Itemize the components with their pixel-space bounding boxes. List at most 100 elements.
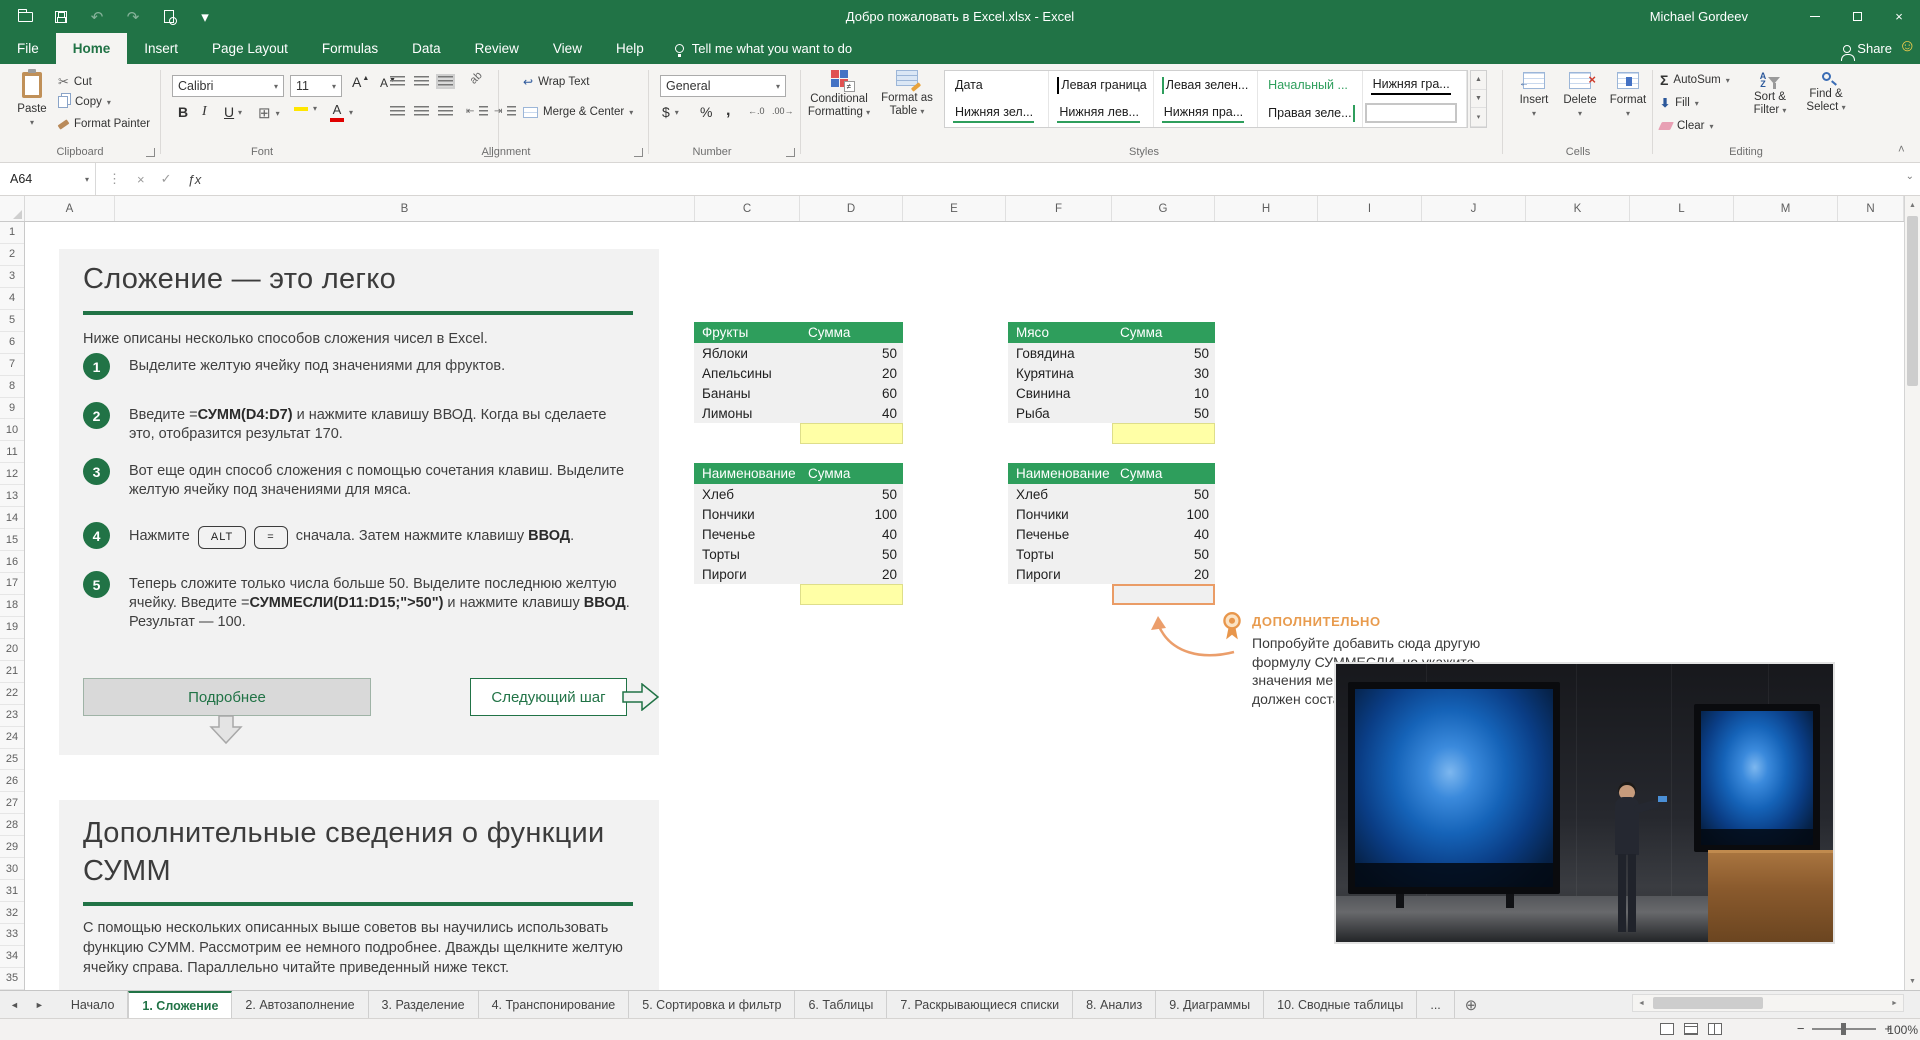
scroll-up-arrow[interactable]: ▲ (1905, 196, 1920, 214)
sheet-tab-Начало[interactable]: Начало (58, 991, 129, 1018)
sheet-tab-8. Анализ[interactable]: 8. Анализ (1073, 991, 1156, 1018)
row-header-25[interactable]: 25 (0, 749, 24, 771)
row-header-22[interactable]: 22 (0, 683, 24, 705)
bold-button[interactable]: B (178, 104, 188, 120)
table-cell-value[interactable]: 50 (1112, 346, 1215, 361)
new-sheet-button[interactable]: ⊕ (1455, 991, 1488, 1018)
sheet-tab-5. Сортировка и фильтр[interactable]: 5. Сортировка и фильтр (629, 991, 795, 1018)
row-header-17[interactable]: 17 (0, 573, 24, 595)
scroll-down-arrow[interactable]: ▼ (1905, 972, 1920, 990)
font-size-combo[interactable]: 11▾ (290, 75, 342, 97)
row-header-26[interactable]: 26 (0, 770, 24, 792)
ribbon-tab-review[interactable]: Review (458, 33, 536, 64)
borders-button[interactable]: ⊞▾ (258, 104, 280, 122)
table-cell-value[interactable]: 30 (1112, 366, 1215, 381)
ribbon-tab-home[interactable]: Home (56, 33, 128, 64)
row-header-8[interactable]: 8 (0, 376, 24, 398)
name-box[interactable]: A64 ▾ (0, 163, 96, 195)
table-cell-value[interactable]: 40 (800, 527, 903, 542)
table-cell-name[interactable]: Пироги (694, 567, 800, 582)
vertical-scroll-thumb[interactable] (1907, 216, 1918, 386)
table-cell-name[interactable]: Печенье (694, 527, 800, 542)
column-header-N[interactable]: N (1838, 196, 1904, 221)
autosum-button[interactable]: ΣAutoSum▾ (1660, 72, 1730, 88)
table-cell-name[interactable]: Яблоки (694, 346, 800, 361)
table-header-cell[interactable]: Мясо (1008, 325, 1112, 340)
ribbon-tab-formulas[interactable]: Formulas (305, 33, 395, 64)
table-cell-value[interactable]: 50 (1112, 487, 1215, 502)
row-header-3[interactable]: 3 (0, 266, 24, 288)
row-header-1[interactable]: 1 (0, 222, 24, 244)
sheet-tab-2. Автозаполнение[interactable]: 2. Автозаполнение (232, 991, 368, 1018)
wrap-text-button[interactable]: ↩Wrap Text (523, 75, 589, 89)
answer-cell-yellow[interactable] (800, 423, 903, 444)
cell-style-Правая зеле...[interactable]: Правая зеле... (1258, 99, 1362, 127)
maximize-button[interactable] (1836, 0, 1878, 33)
more-details-button[interactable]: Подробнее (83, 678, 371, 716)
cell-style-Начальный ...[interactable]: Начальный ... (1258, 71, 1362, 99)
formula-input[interactable] (184, 163, 1894, 195)
table-cell-name[interactable]: Хлеб (1008, 487, 1112, 502)
row-header-12[interactable]: 12 (0, 463, 24, 485)
cell-style-Левая граница[interactable]: Левая граница (1049, 71, 1153, 99)
table-header-cell[interactable]: Фрукты (694, 325, 800, 340)
zoom-level[interactable]: 100% (1878, 1023, 1918, 1037)
minimize-button[interactable] (1794, 0, 1836, 33)
sort-filter-button[interactable]: AZ Sort & Filter ▾ (1744, 72, 1796, 117)
row-header-7[interactable]: 7 (0, 354, 24, 376)
cell-style-Дата[interactable]: Дата (945, 71, 1049, 99)
comma-style-button[interactable]: , (726, 102, 730, 120)
row-header-11[interactable]: 11 (0, 441, 24, 463)
zoom-slider-thumb[interactable] (1841, 1023, 1846, 1035)
ribbon-tab-help[interactable]: Help (599, 33, 661, 64)
underline-button[interactable]: U (224, 104, 234, 120)
cancel-formula-button[interactable]: × (137, 172, 145, 187)
decrease-decimal-button[interactable]: .00→ (772, 106, 794, 116)
table-cell-value[interactable]: 10 (1112, 386, 1215, 401)
row-header-2[interactable]: 2 (0, 244, 24, 266)
row-header-34[interactable]: 34 (0, 946, 24, 968)
expand-formula-bar[interactable]: ⌄ (1906, 171, 1914, 182)
merge-center-button[interactable]: Merge & Center▾ (523, 106, 633, 118)
column-header-F[interactable]: F (1006, 196, 1112, 221)
table-cell-name[interactable]: Рыба (1008, 406, 1112, 421)
table-cell-value[interactable]: 50 (800, 346, 903, 361)
table-cell-value[interactable]: 100 (800, 507, 903, 522)
hscroll-right-arrow[interactable]: ► (1886, 995, 1903, 1011)
row-header-28[interactable]: 28 (0, 814, 24, 836)
sheet-tab-4. Транспонирование[interactable]: 4. Транспонирование (479, 991, 630, 1018)
sheet-tab-3. Разделение[interactable]: 3. Разделение (369, 991, 479, 1018)
cell-style-Нижняя лев...[interactable]: Нижняя лев... (1049, 99, 1153, 127)
gallery-more-button[interactable]: ▾ (1471, 108, 1486, 127)
increase-font-button[interactable]: A▲ (352, 74, 369, 90)
table-cell-name[interactable]: Говядина (1008, 346, 1112, 361)
row-header-32[interactable]: 32 (0, 902, 24, 924)
table-cell-name[interactable]: Лимоны (694, 406, 800, 421)
row-header-19[interactable]: 19 (0, 617, 24, 639)
paste-button[interactable]: Paste ▾ (12, 72, 52, 129)
table-cell-value[interactable]: 40 (800, 406, 903, 421)
table-cell-name[interactable]: Торты (694, 547, 800, 562)
collapse-ribbon-button[interactable]: ˄ (1898, 144, 1905, 156)
row-header-21[interactable]: 21 (0, 661, 24, 683)
video-thumbnail[interactable] (1334, 662, 1835, 944)
alignment-dialog-launcher[interactable] (634, 148, 643, 157)
table-cell-name[interactable]: Пончики (1008, 507, 1112, 522)
column-header-M[interactable]: M (1734, 196, 1838, 221)
percent-style-button[interactable]: % (700, 104, 712, 120)
cell-style-blank[interactable] (1363, 99, 1467, 127)
sheet-tab-10. Сводные таблицы[interactable]: 10. Сводные таблицы (1264, 991, 1417, 1018)
cell-style-Нижняя пра...[interactable]: Нижняя пра... (1154, 99, 1258, 127)
hscroll-left-arrow[interactable]: ◄ (1633, 995, 1650, 1011)
table-cell-value[interactable]: 60 (800, 386, 903, 401)
row-header-30[interactable]: 30 (0, 858, 24, 880)
column-header-J[interactable]: J (1422, 196, 1526, 221)
row-header-15[interactable]: 15 (0, 529, 24, 551)
table-cell-value[interactable]: 40 (1112, 527, 1215, 542)
table-header-cell[interactable]: Сумма (800, 325, 903, 340)
column-header-L[interactable]: L (1630, 196, 1734, 221)
find-select-button[interactable]: Find & Select ▾ (1800, 72, 1852, 114)
answer-cell-yellow[interactable] (1112, 423, 1215, 444)
number-dialog-launcher[interactable] (786, 148, 795, 157)
table-cell-name[interactable]: Пончики (694, 507, 800, 522)
